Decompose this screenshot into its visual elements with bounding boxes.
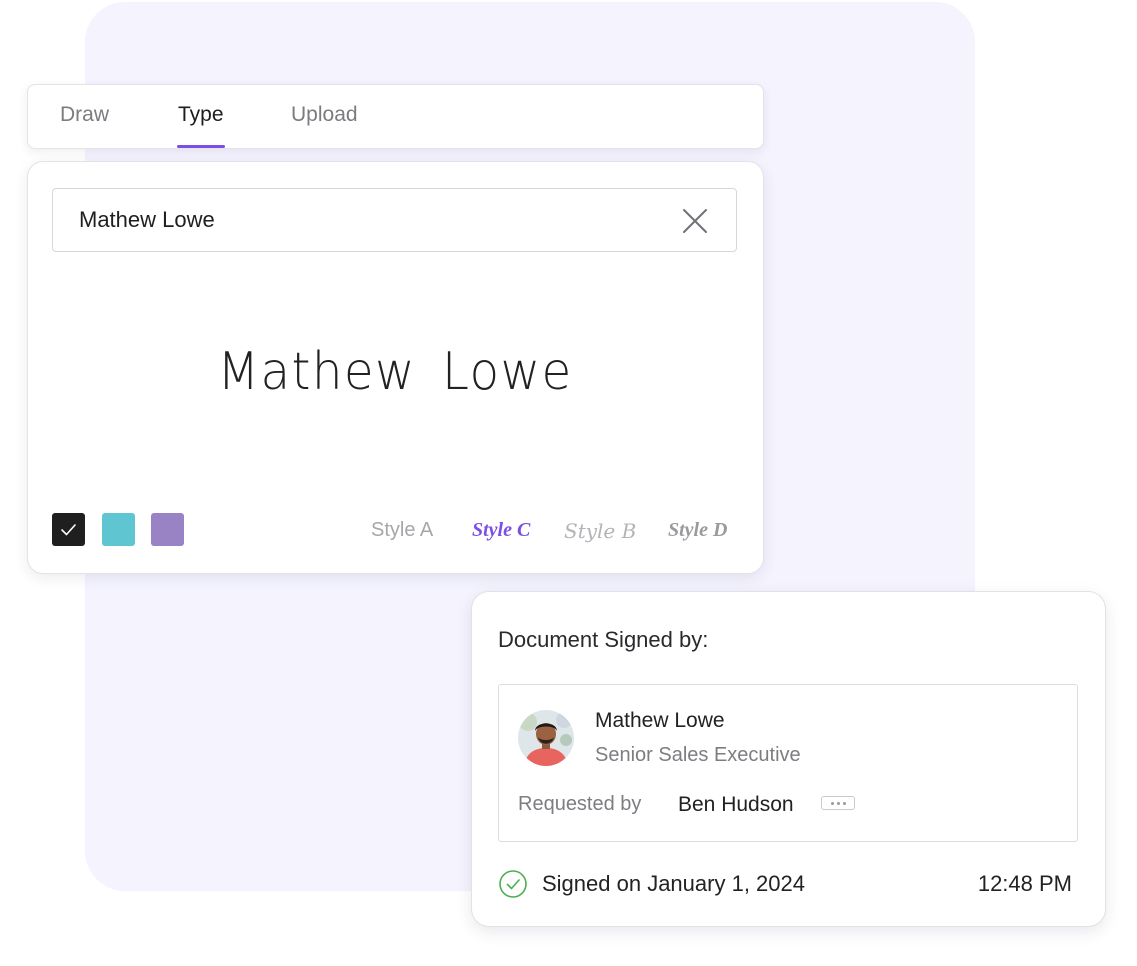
requested-by-name: Ben Hudson [678, 793, 794, 816]
tab-type[interactable]: Type [174, 103, 228, 127]
close-icon[interactable] [682, 208, 708, 234]
signer-role: Senior Sales Executive [595, 744, 801, 766]
check-circle-icon [499, 870, 527, 898]
style-option-b[interactable]: Style B [564, 519, 636, 543]
name-input[interactable] [53, 189, 679, 251]
signature-preview: Mathew Lowe [217, 342, 573, 402]
color-swatch-purple[interactable] [151, 513, 184, 546]
name-input-container [52, 188, 737, 252]
active-tab-indicator [177, 145, 225, 148]
signer-name: Mathew Lowe [595, 709, 725, 732]
color-swatch-teal[interactable] [102, 513, 135, 546]
avatar [518, 710, 574, 766]
style-option-a[interactable]: Style A [371, 519, 433, 542]
signer-details: Mathew Lowe Senior Sales Executive Reque… [498, 684, 1078, 842]
checkmark-icon [61, 524, 76, 536]
signed-card-title: Document Signed by: [498, 627, 709, 652]
document-signed-card: Document Signed by: Mathew Lowe Senior S… [471, 591, 1106, 927]
signature-tabs: Draw Type Upload [27, 84, 764, 149]
signed-date: Signed on January 1, 2024 [542, 871, 805, 896]
signature-editor: Mathew Lowe Style A Style C Style B Styl… [27, 161, 764, 574]
style-option-c[interactable]: Style C [472, 519, 530, 542]
tab-upload[interactable]: Upload [287, 103, 362, 127]
style-option-d[interactable]: Style D [668, 519, 727, 542]
tab-draw[interactable]: Draw [56, 103, 113, 127]
more-dots-icon[interactable] [821, 796, 855, 810]
signed-time: 12:48 PM [977, 871, 1072, 896]
requested-by-label: Requested by [518, 793, 642, 815]
color-swatch-black[interactable] [52, 513, 85, 546]
